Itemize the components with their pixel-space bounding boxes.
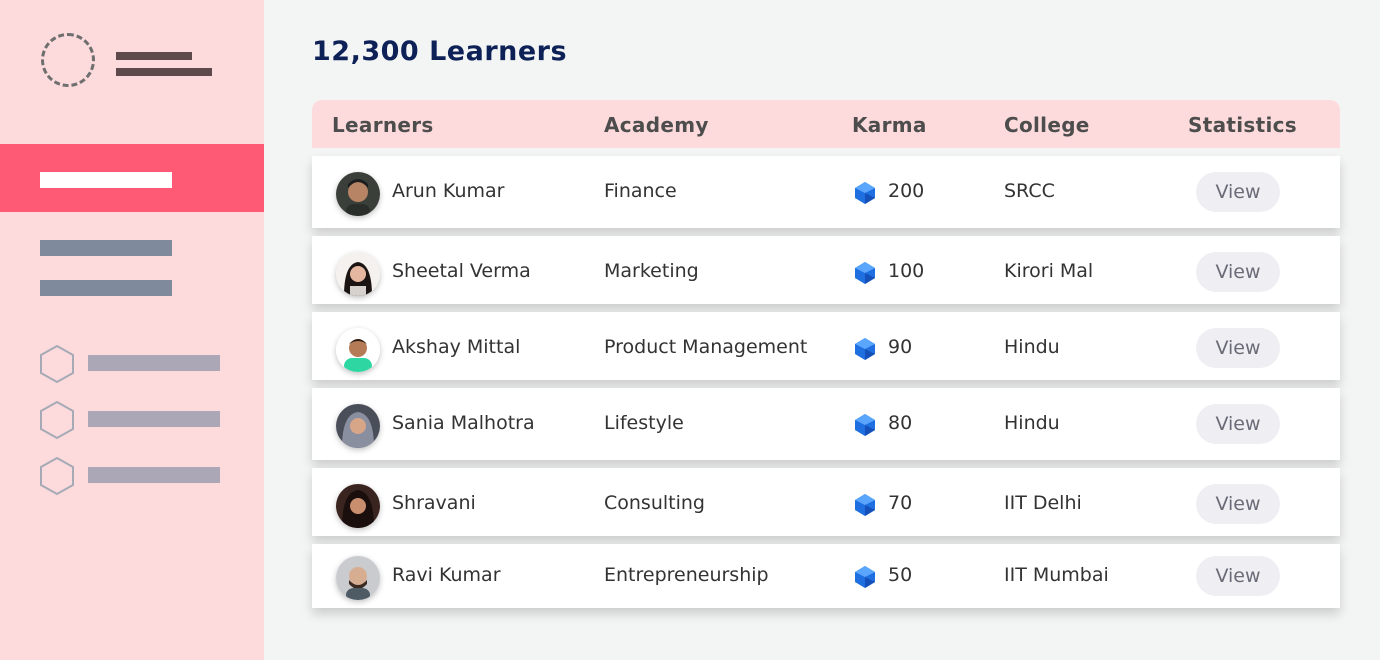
table-row: Arun Kumar Finance 200 SRCC View: [312, 156, 1340, 228]
table-row: Ravi Kumar Entrepreneurship 50 IIT Mumba…: [312, 544, 1340, 608]
logo-subtext-placeholder: [116, 68, 212, 76]
learner-college: IIT Delhi: [1004, 492, 1082, 514]
sidebar-item-label-placeholder: [88, 467, 220, 483]
learner-academy: Consulting: [604, 492, 705, 514]
gem-icon: [855, 494, 875, 516]
sidebar-item-2[interactable]: [40, 240, 172, 256]
app-window: 12,300 Learners Learners Academy Karma C…: [0, 0, 1380, 660]
table-row: Shravani Consulting 70 IIT Delhi View: [312, 468, 1340, 536]
sidebar: [0, 0, 264, 660]
learner-name: Sania Malhotra: [392, 412, 535, 434]
view-statistics-button[interactable]: View: [1196, 328, 1280, 368]
learner-academy: Marketing: [604, 260, 699, 282]
hexagon-icon: [40, 344, 74, 384]
learner-karma: 100: [888, 260, 925, 282]
gem-icon: [855, 414, 875, 436]
view-statistics-button[interactable]: View: [1196, 252, 1280, 292]
learner-academy: Finance: [604, 180, 677, 202]
hexagon-icon: [40, 456, 74, 496]
sidebar-item-active-label-placeholder: [40, 172, 172, 188]
sidebar-item-3[interactable]: [40, 280, 172, 296]
sidebar-item-hex-1[interactable]: [38, 344, 228, 384]
gem-icon: [855, 566, 875, 588]
column-header-learners: Learners: [332, 113, 434, 137]
learner-academy: Lifestyle: [604, 412, 684, 434]
view-statistics-button[interactable]: View: [1196, 404, 1280, 444]
learner-college: Kirori Mal: [1004, 260, 1094, 282]
learner-karma: 50: [888, 564, 913, 586]
table-row: Akshay Mittal Product Management 90 Hind…: [312, 312, 1340, 380]
column-header-karma: Karma: [852, 113, 927, 137]
learner-karma: 70: [888, 492, 913, 514]
table-row: Sheetal Verma Marketing 100 Kirori Mal V…: [312, 236, 1340, 304]
logo-icon[interactable]: [41, 33, 95, 87]
avatar: [336, 172, 380, 216]
logo-text-placeholder: [116, 52, 192, 60]
learner-name: Arun Kumar: [392, 180, 505, 202]
column-header-academy: Academy: [604, 113, 709, 137]
column-header-statistics: Statistics: [1188, 113, 1297, 137]
view-statistics-button[interactable]: View: [1196, 556, 1280, 596]
gem-icon: [855, 182, 875, 204]
learner-name: Shravani: [392, 492, 476, 514]
sidebar-item-hex-2[interactable]: [38, 400, 228, 440]
learner-college: Hindu: [1004, 336, 1060, 358]
learner-academy: Product Management: [604, 336, 808, 358]
avatar: [336, 556, 380, 600]
learner-college: Hindu: [1004, 412, 1060, 434]
gem-icon: [855, 338, 875, 360]
learner-karma: 90: [888, 336, 913, 358]
sidebar-item-label-placeholder: [88, 355, 220, 371]
learner-name: Akshay Mittal: [392, 336, 521, 358]
hexagon-icon: [40, 400, 74, 440]
page-title: 12,300 Learners: [312, 36, 568, 67]
avatar: [336, 404, 380, 448]
learner-academy: Entrepreneurship: [604, 564, 769, 586]
learner-name: Sheetal Verma: [392, 260, 531, 282]
table-header: Learners Academy Karma College Statistic…: [312, 100, 1340, 148]
view-statistics-button[interactable]: View: [1196, 172, 1280, 212]
learner-name: Ravi Kumar: [392, 564, 501, 586]
learner-college: IIT Mumbai: [1004, 564, 1109, 586]
table-row: Sania Malhotra Lifestyle 80 Hindu View: [312, 388, 1340, 460]
view-statistics-button[interactable]: View: [1196, 484, 1280, 524]
sidebar-item-active[interactable]: [0, 144, 264, 212]
sidebar-item-hex-3[interactable]: [38, 456, 228, 496]
avatar: [336, 484, 380, 528]
learner-college: SRCC: [1004, 180, 1055, 202]
avatar: [336, 252, 380, 296]
gem-icon: [855, 262, 875, 284]
sidebar-item-label-placeholder: [88, 411, 220, 427]
learner-karma: 80: [888, 412, 913, 434]
learner-karma: 200: [888, 180, 925, 202]
column-header-college: College: [1004, 113, 1090, 137]
avatar: [336, 328, 380, 372]
